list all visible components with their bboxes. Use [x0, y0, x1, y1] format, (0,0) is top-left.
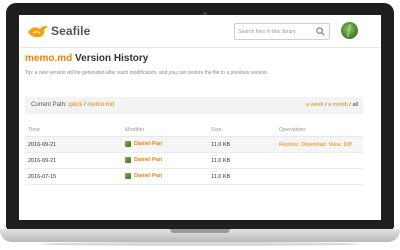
screen: Seafile memo.md Version History Tip: a n… — [19, 15, 381, 220]
breadcrumb: Current Path: quick / memo.md — [31, 102, 114, 108]
row-modifier: Daniel Pan — [125, 157, 162, 163]
table-row[interactable]: 2016-07-15 Daniel Pan 11.0 KB — [25, 169, 363, 185]
modifier-avatar — [125, 173, 131, 179]
user-avatar[interactable] — [341, 22, 358, 39]
title-suffix: Version History — [72, 53, 149, 64]
search-icon[interactable] — [316, 27, 325, 36]
logo[interactable]: Seafile — [27, 21, 90, 41]
page-title: memo.md Version History — [25, 53, 148, 64]
search-box[interactable] — [234, 23, 330, 40]
range-separator: / — [349, 102, 351, 108]
modifier-avatar — [125, 157, 131, 163]
modifier-name-link[interactable]: Daniel Pan — [134, 157, 162, 163]
range-week-link[interactable]: a week — [306, 102, 323, 108]
range-month-link[interactable]: a month — [328, 102, 348, 108]
tip-text: Tip: a new version will be generated aft… — [25, 70, 269, 76]
row-time: 2016-07-15 — [28, 174, 57, 180]
column-header-modifier: Modifier — [125, 127, 145, 133]
range-separator: / — [324, 102, 327, 108]
row-time: 2016-09-21 — [28, 158, 57, 164]
title-file-name: memo.md — [25, 53, 73, 64]
table-row[interactable]: 2016-09-21 Daniel Pan 11.0 KB Restore Dow… — [25, 137, 363, 153]
modifier-name-link[interactable]: Daniel Pan — [134, 173, 162, 179]
top-header: Seafile — [19, 15, 381, 48]
row-modifier: Daniel Pan — [125, 173, 162, 179]
row-size: 11.0 KB — [211, 174, 231, 180]
restore-link[interactable]: Restore — [279, 142, 298, 148]
row-size: 11.0 KB — [211, 142, 231, 148]
view-link[interactable]: View — [329, 142, 341, 148]
column-header-time: Time — [28, 127, 41, 133]
diff-link[interactable]: Diff — [344, 142, 352, 148]
path-bar: Current Path: quick / memo.md a week / a… — [25, 97, 363, 114]
logo-text: Seafile — [51, 24, 91, 38]
row-time: 2016-09-21 — [28, 142, 57, 148]
column-header-operations: Operations — [279, 127, 306, 133]
row-operations: Restore Download View Diff — [279, 142, 355, 148]
column-header-size: Size — [211, 127, 222, 133]
path-label: Current Path: — [31, 102, 67, 108]
table-row[interactable]: 2016-09-21 Daniel Pan 11.0 KB — [25, 153, 363, 169]
row-modifier: Daniel Pan — [125, 141, 162, 147]
time-range-filter: a week / a month / all — [306, 102, 358, 108]
modifier-name-link[interactable]: Daniel Pan — [134, 141, 162, 147]
laptop-shadow — [40, 242, 360, 246]
laptop-notch — [170, 229, 230, 233]
modifier-avatar — [125, 141, 131, 147]
seafile-bird-icon — [28, 25, 48, 38]
row-size: 11.0 KB — [211, 158, 231, 164]
range-all-link[interactable]: all — [352, 102, 358, 108]
search-input[interactable] — [235, 24, 316, 39]
breadcrumb-item-quick[interactable]: quick — [68, 102, 82, 108]
breadcrumb-item-file[interactable]: memo.md — [87, 102, 114, 108]
table-header: Time Modifier Size Operations — [25, 123, 363, 137]
download-link[interactable]: Download — [301, 142, 325, 148]
